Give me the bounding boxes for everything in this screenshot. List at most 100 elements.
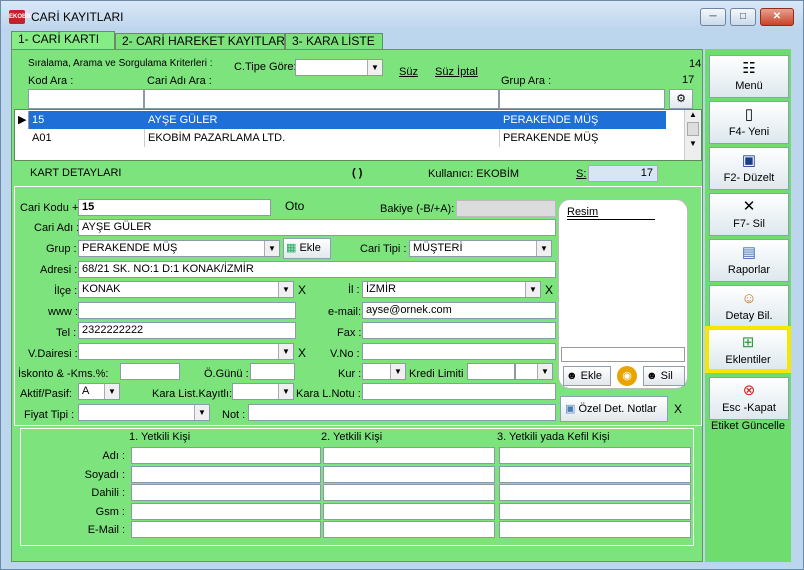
credit-input[interactable] <box>467 363 515 380</box>
contact3-extension[interactable] <box>499 484 691 501</box>
scroll-down-icon[interactable]: ▼ <box>685 139 701 148</box>
delete-button[interactable]: ✕ F7- Sil <box>709 193 789 236</box>
contact2-email[interactable] <box>323 521 495 538</box>
extensions-button[interactable]: ⊞ Eklentiler <box>705 326 791 373</box>
special-notes-button[interactable]: ▣ Özel Det. Notlar <box>560 396 668 422</box>
menu-button-label: Menü <box>735 80 763 92</box>
address-input[interactable]: 68/21 SK. NO:1 D:1 KONAK/İZMİR <box>78 261 556 278</box>
maximize-button[interactable]: □ <box>730 8 756 26</box>
tel-input[interactable]: 2322222222 <box>78 322 296 339</box>
blacknote-input[interactable] <box>362 383 556 400</box>
district-value: KONAK <box>82 283 121 295</box>
scroll-up-icon[interactable]: ▲ <box>685 110 701 119</box>
code-input[interactable]: 15 <box>78 199 271 216</box>
delete-icon: ✕ <box>742 198 756 215</box>
contact2-lastname[interactable] <box>323 466 495 483</box>
contact1-gsm[interactable] <box>131 503 321 520</box>
delete-button-label: F7- Sil <box>733 218 765 230</box>
minimize-button[interactable]: ─ <box>700 8 726 26</box>
contact3-gsm[interactable] <box>499 503 691 520</box>
extensions-button-label: Eklentiler <box>725 354 771 366</box>
blacklist-label: Kara List.Kayıtlı: <box>152 388 233 400</box>
taxoffice-label: V.Dairesi : <box>28 348 78 360</box>
camera-icon[interactable]: ◉ <box>617 366 637 386</box>
city-select[interactable]: İZMİR ▼ <box>362 281 541 298</box>
pday-label: Ö.Günü : <box>204 368 249 380</box>
currency-select[interactable]: ▼ <box>515 363 553 380</box>
ctype-select[interactable]: ▼ <box>295 59 383 76</box>
rate-select[interactable]: ▼ <box>362 363 406 380</box>
image-label: Resim <box>567 206 599 218</box>
group-label: Grup : <box>46 243 77 255</box>
credit-label: Kredi Limiti : <box>409 368 470 380</box>
active-select[interactable]: A ▼ <box>78 383 120 400</box>
close-button[interactable]: ✕ <box>760 8 794 26</box>
chevron-down-icon: ▼ <box>194 405 209 420</box>
filter-button[interactable]: Süz <box>399 66 418 78</box>
scroll-thumb[interactable] <box>687 122 699 136</box>
group-add-button[interactable]: ▦ Ekle <box>283 238 331 259</box>
name-search-input[interactable] <box>144 89 499 109</box>
table-row[interactable]: A01 EKOBİM PAZARLAMA LTD. PERAKENDE MÜŞ <box>15 129 685 147</box>
reports-button[interactable]: ▤ Raporlar <box>709 239 789 282</box>
save-icon: ▣ <box>741 152 757 169</box>
list-scrollbar[interactable]: ▲ ▼ <box>684 110 701 160</box>
image-delete-label: Sil <box>660 370 673 382</box>
chevron-down-icon: ▼ <box>390 364 405 379</box>
www-input[interactable] <box>78 302 296 319</box>
group-select[interactable]: PERAKENDE MÜŞ ▼ <box>78 240 280 257</box>
discount-input[interactable] <box>120 363 180 380</box>
contact1-lastname[interactable] <box>131 466 321 483</box>
contact1-email[interactable] <box>131 521 321 538</box>
loading-spinner-icon: ( ) <box>352 167 363 179</box>
contact2-gsm[interactable] <box>323 503 495 520</box>
pday-input[interactable] <box>250 363 295 380</box>
contact1-extension[interactable] <box>131 484 321 501</box>
image-delete-button[interactable]: ☻ Sil <box>643 366 685 386</box>
name-input[interactable]: AYŞE GÜLER <box>78 219 556 236</box>
table-row[interactable]: ▶ 15 AYŞE GÜLER PERAKENDE MÜŞ <box>15 111 685 129</box>
fax-input[interactable] <box>362 322 556 339</box>
email-input[interactable]: ayse@ornek.com <box>362 302 556 319</box>
detail-info-button-label: Detay Bil. <box>725 310 773 322</box>
new-button[interactable]: ▯ F4- Yeni <box>709 101 789 144</box>
image-path-field[interactable] <box>561 347 685 362</box>
label-update-link[interactable]: Etiket Güncelle <box>711 420 785 432</box>
close-form-button[interactable]: ⊗ Esc -Kapat <box>709 377 789 420</box>
contact3-firstname[interactable] <box>499 447 691 464</box>
remove-person-icon: ☻ <box>646 370 658 382</box>
contact3-lastname[interactable] <box>499 466 691 483</box>
edit-button[interactable]: ▣ F2- Düzelt <box>709 147 789 190</box>
taxno-input[interactable] <box>362 343 556 360</box>
taxoffice-clear-button[interactable]: X <box>298 346 306 360</box>
contact1-firstname[interactable] <box>131 447 321 464</box>
district-clear-button[interactable]: X <box>298 283 306 297</box>
code-search-input[interactable] <box>28 89 144 109</box>
note-input[interactable] <box>248 404 556 421</box>
type-select[interactable]: MÜŞTERİ ▼ <box>409 240 552 257</box>
contact2-firstname[interactable] <box>323 447 495 464</box>
image-add-button[interactable]: ☻ Ekle <box>563 366 611 386</box>
city-clear-button[interactable]: X <box>545 283 553 297</box>
contact2-extension[interactable] <box>323 484 495 501</box>
tab-cari-hareket[interactable]: 2- CARİ HAREKET KAYITLARI <box>115 33 288 50</box>
taxoffice-select[interactable]: ▼ <box>78 343 294 360</box>
group-search-input[interactable] <box>499 89 665 109</box>
blacklist-select[interactable]: ▼ <box>232 383 294 400</box>
contact3-email[interactable] <box>499 521 691 538</box>
district-select[interactable]: KONAK ▼ <box>78 281 294 298</box>
active-value: A <box>82 385 90 397</box>
grid-settings-icon[interactable]: ⚙ <box>669 89 693 109</box>
menu-button[interactable]: ☷ Menü <box>709 55 789 98</box>
filter-cancel-button[interactable]: Süz İptal <box>435 66 478 78</box>
special-notes-clear-button[interactable]: X <box>674 402 682 416</box>
price-select[interactable]: ▼ <box>78 404 210 421</box>
details-title: KART DETAYLARI <box>30 167 122 179</box>
contacts-panel: 1. Yetkili Kişi 2. Yetkili Kişi 3. Yetki… <box>20 428 694 546</box>
detail-info-button[interactable]: ☺ Detay Bil. <box>709 285 789 328</box>
tab-kara-liste[interactable]: 3- KARA LİSTE <box>285 33 383 50</box>
tab-cari-karti[interactable]: 1- CARİ KARTI <box>11 31 115 50</box>
side-toolbar: ☷ Menü ▯ F4- Yeni ▣ F2- Düzelt ✕ F7- Sil ▤ Ra… <box>705 49 791 562</box>
menu-icon: ☷ <box>742 60 756 77</box>
type-value: MÜŞTERİ <box>413 242 463 254</box>
